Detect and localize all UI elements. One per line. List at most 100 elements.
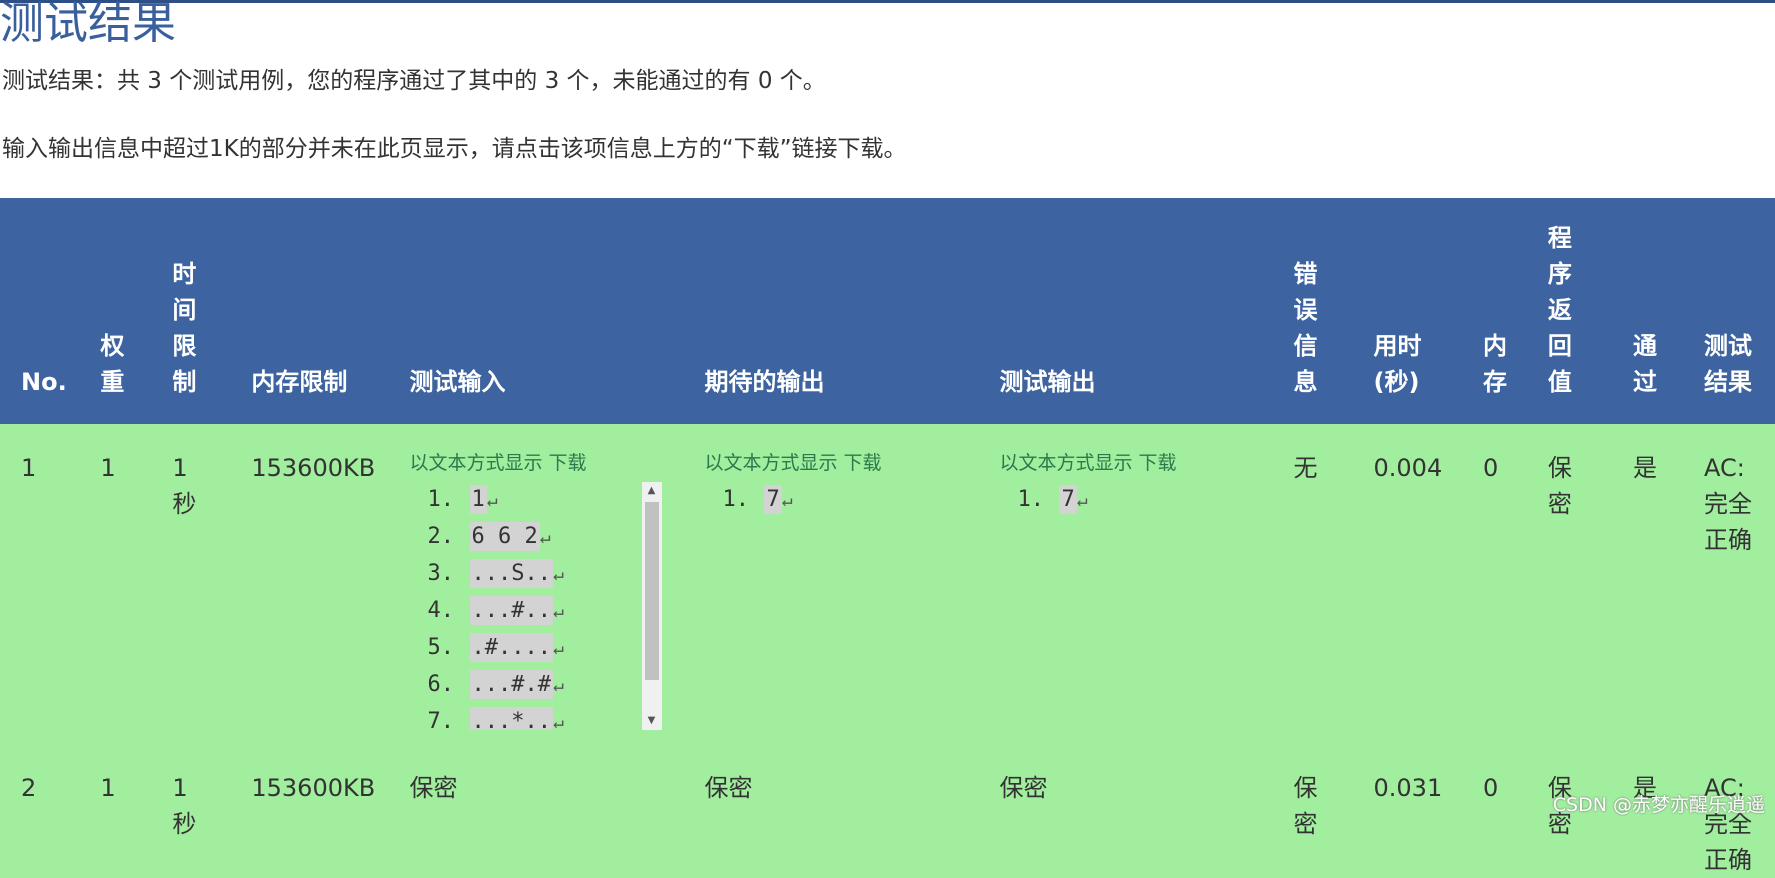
expected-links: 以文本方式显示 下载 (704, 450, 999, 476)
header-passed-label: 通过 (1633, 332, 1657, 396)
code-line: 1. 7 ↵ (722, 485, 793, 514)
top-border (0, 0, 1775, 3)
header-error-info: 错误信息 (1293, 198, 1373, 424)
code-line-text: ...#.# (469, 670, 553, 699)
cell-no: 2 (21, 774, 37, 802)
header-return-value: 程序返回值 (1548, 198, 1633, 424)
cell-expected-output: 以文本方式显示 下载 1. 7 ↵ (704, 424, 999, 750)
download-link[interactable]: 下载 (844, 452, 882, 474)
cell-error-info: 无 (1293, 454, 1318, 482)
cell-time-limit-value: 1秒 (172, 774, 197, 838)
header-weight: 权重 (100, 198, 172, 424)
scroll-down-arrow-icon[interactable]: ▼ (642, 712, 662, 730)
return-icon: ↵ (552, 712, 564, 730)
code-line-text: 7 (1059, 485, 1077, 514)
results-table: No. 权重 时间限制 内存限制 测试输入 期待的输出 测试输出 错误信息 用时… (0, 198, 1775, 878)
page-title: 测试结果 (0, 0, 176, 49)
code-line: 2. 6 6 2 ↵ (427, 522, 551, 551)
cell-time-used: 0.031 (1373, 774, 1443, 802)
code-line-text: 7 (764, 485, 782, 514)
code-line: 3. ...S.. ↵ (427, 559, 564, 588)
return-icon: ↵ (552, 638, 564, 659)
cell-result: AC:完全正确 (1704, 424, 1775, 750)
header-weight-label: 权重 (100, 332, 125, 396)
input-links: 以文本方式显示 下载 (410, 450, 705, 476)
cell-mem-limit: 153600KB (251, 454, 376, 482)
text-view-link[interactable]: 以文本方式显示 (410, 452, 543, 474)
cell-weight: 1 (100, 774, 116, 802)
return-icon: ↵ (552, 564, 564, 585)
code-line: 5. .#.... ↵ (427, 633, 564, 662)
output-links: 以文本方式显示 下载 (999, 450, 1293, 476)
cell-memory: 0 (1482, 454, 1499, 482)
cell-memory: 0 (1482, 774, 1499, 802)
table-row: 1 1 1秒 153600KB 以文本方式显示 下载 1. 1 ↵ 2. 6 6 2 ↵ … (0, 424, 1775, 750)
cell-mem-limit: 153600KB (251, 774, 376, 802)
return-icon: ↵ (781, 490, 793, 511)
output-code-list: 1. 7 ↵ (999, 482, 1293, 519)
return-icon: ↵ (1076, 490, 1088, 511)
result-summary: 测试结果：共 3 个测试用例，您的程序通过了其中的 3 个，未能通过的有 0 个… (2, 68, 826, 94)
return-icon: ↵ (552, 675, 564, 696)
code-line-text: 1 (469, 485, 487, 514)
cell-result-text: AC:完全正确 (1703, 774, 1752, 874)
cell-time-limit: 1秒 (172, 424, 251, 750)
header-time-limit: 时间限制 (172, 198, 251, 424)
code-line: 6. ...#.# ↵ (427, 670, 564, 699)
cell-test-output: 以文本方式显示 下载 1. 7 ↵ (999, 424, 1293, 750)
input-scrollbar[interactable]: ▲ ▼ (641, 482, 662, 730)
download-note: 输入输出信息中超过1K的部分并未在此页显示，请点击该项信息上方的“下载”链接下载… (2, 136, 907, 162)
header-expected-output: 期待的输出 (704, 368, 825, 396)
cell-result-text: AC:完全正确 (1703, 454, 1752, 554)
download-link[interactable]: 下载 (549, 452, 587, 474)
expected-code-list: 1. 7 ↵ (704, 482, 999, 519)
code-line: 7. ...*.. ↵ (428, 704, 662, 730)
cell-return-value: 保密 (1548, 424, 1633, 750)
input-code-box[interactable]: 1. 1 ↵ 2. 6 6 2 ↵ 3. ...S.. ↵ 4. ...#.. ↵ 5. .#..… (410, 482, 662, 730)
cell-time-limit: 1秒 (172, 750, 251, 878)
table-row: 2 1 1秒 153600KB 保密 保密 保密 保密 0.031 0 保密 是… (0, 750, 1775, 878)
scroll-up-arrow-icon[interactable]: ▲ (642, 482, 662, 500)
header-test-input: 测试输入 (409, 368, 506, 396)
cell-test-input: 保密 (409, 774, 458, 802)
cell-test-input: 以文本方式显示 下载 1. 1 ↵ 2. 6 6 2 ↵ 3. ...S.. ↵ 4. ...#… (410, 424, 705, 750)
code-line-text: ...S.. (469, 559, 553, 588)
text-view-link[interactable]: 以文本方式显示 (704, 452, 837, 474)
cell-time-used: 0.004 (1373, 454, 1443, 482)
header-memory-label: 内存 (1482, 332, 1507, 396)
return-icon: ↵ (539, 527, 551, 548)
header-time-used-label: 用时(秒) (1373, 332, 1422, 396)
header-time-limit-label: 时间限制 (172, 260, 197, 396)
cell-error-info-text: 保密 (1293, 774, 1318, 838)
header-error-info-label: 错误信息 (1293, 260, 1318, 396)
header-memory: 内存 (1483, 198, 1548, 424)
return-icon: ↵ (486, 490, 498, 511)
text-view-link[interactable]: 以文本方式显示 (999, 452, 1132, 474)
input-code-list: 1. 1 ↵ 2. 6 6 2 ↵ 3. ...S.. ↵ 4. ...#.. ↵ 5. .#..… (410, 482, 662, 730)
header-mem-limit: 内存限制 (251, 368, 348, 396)
cell-passed: 是 (1633, 454, 1657, 482)
code-line: 1. 1 ↵ (427, 485, 498, 514)
header-result: 测试结果 (1704, 198, 1775, 424)
cell-weight: 1 (100, 454, 116, 482)
header-passed: 通过 (1633, 198, 1704, 424)
code-line-text: .#.... (469, 633, 553, 662)
download-link[interactable]: 下载 (1138, 452, 1176, 474)
cell-no: 1 (21, 454, 37, 482)
header-time-used: 用时(秒) (1374, 198, 1483, 424)
header-return-value-label: 程序返回值 (1547, 224, 1572, 396)
cell-time-limit-value: 1秒 (172, 454, 197, 518)
header-result-label: 测试结果 (1703, 332, 1752, 396)
header-no: No. (21, 368, 67, 396)
scroll-thumb[interactable] (644, 502, 659, 680)
cell-expected-output: 保密 (704, 774, 753, 802)
code-line-text: ...*.. (469, 707, 553, 730)
table-header-row: No. 权重 时间限制 内存限制 测试输入 期待的输出 测试输出 错误信息 用时… (0, 198, 1775, 424)
csdn-watermark: CSDN @赤梦亦醒乐逍遥 (1552, 794, 1765, 816)
header-test-output: 测试输出 (999, 368, 1096, 396)
code-line: 4. ...#.. ↵ (427, 596, 564, 625)
cell-error-info: 保密 (1293, 750, 1373, 878)
code-line: 1. 7 ↵ (1017, 485, 1088, 514)
code-line-text: ...#.. (469, 596, 553, 625)
cell-test-output: 保密 (999, 774, 1048, 802)
